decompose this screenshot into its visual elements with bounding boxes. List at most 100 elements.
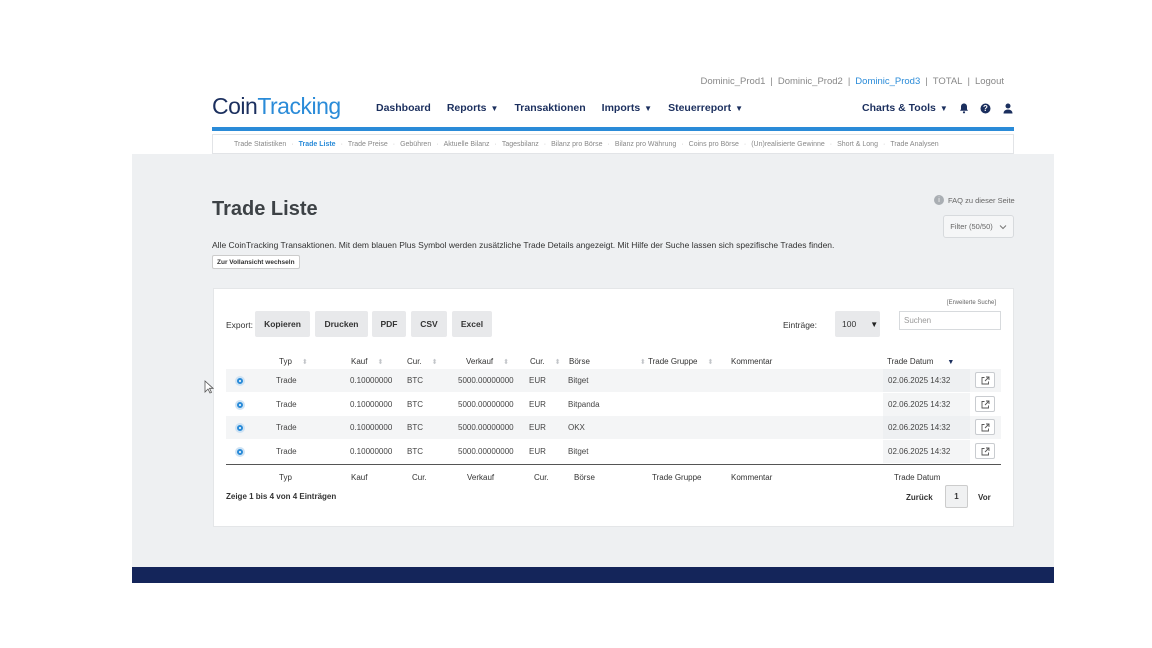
nav-charts-tools[interactable]: Charts & Tools ▼ — [862, 102, 948, 114]
subnav-item[interactable]: Bilanz pro Börse — [546, 141, 607, 148]
table-row: Trade 0.10000000 BTC 5000.00000000 EUR O… — [226, 416, 1001, 439]
faq-link[interactable]: i FAQ zu dieser Seite — [934, 195, 1015, 205]
footer-header-boerse: Börse — [574, 473, 595, 482]
col-header-cur1[interactable]: Cur. ⬍ — [407, 357, 438, 366]
col-header-kommentar[interactable]: Kommentar — [731, 357, 772, 366]
export-csv-button[interactable]: CSV — [411, 311, 447, 337]
faq-label: FAQ zu dieser Seite — [948, 195, 1015, 205]
cell-boerse: Bitget — [568, 447, 589, 456]
help-icon[interactable]: ? — [980, 102, 992, 114]
bell-icon[interactable] — [958, 102, 970, 114]
export-label: Export: — [226, 320, 253, 330]
filter-button[interactable]: Filter (50/50) — [943, 215, 1014, 238]
header-accent-bar — [212, 127, 1014, 131]
cell-cur1: BTC — [407, 447, 423, 456]
cell-typ: Trade — [276, 400, 297, 409]
cell-kauf: 0.10000000 — [350, 400, 393, 409]
footer-header-trade-datum: Trade Datum — [894, 473, 941, 482]
account-link-total[interactable]: TOTAL — [933, 76, 963, 87]
expand-plus-icon[interactable] — [235, 400, 245, 410]
svg-text:?: ? — [983, 104, 988, 113]
expand-plus-icon[interactable] — [235, 376, 245, 386]
cell-typ: Trade — [276, 447, 297, 456]
pagination-prev[interactable]: Zurück — [906, 493, 933, 502]
entries-label: Einträge: — [783, 320, 818, 330]
mouse-cursor-icon — [204, 380, 214, 394]
caret-down-icon: ▼ — [644, 104, 653, 113]
col-header-boerse[interactable]: Börse ⬍ — [569, 357, 646, 366]
account-link-prod1[interactable]: Dominic_Prod1 — [700, 76, 765, 87]
cell-boerse: OKX — [568, 423, 585, 432]
account-link-prod2[interactable]: Dominic_Prod2 — [778, 76, 843, 87]
expand-plus-icon[interactable] — [235, 423, 245, 433]
sub-nav: Trade Statistiken · Trade Liste · Trade Pr… — [212, 134, 1014, 154]
nav-imports[interactable]: Imports ▼ — [602, 102, 652, 114]
table-row: Trade 0.10000000 BTC 5000.00000000 EUR B… — [226, 393, 1001, 416]
nav-reports[interactable]: Reports ▼ — [447, 102, 499, 114]
col-header-verkauf[interactable]: Verkauf ⬍ — [466, 357, 509, 366]
subnav-item[interactable]: Trade Analysen — [885, 141, 943, 148]
cell-cur2: EUR — [529, 423, 546, 432]
sort-desc-icon: ▼ — [947, 359, 955, 366]
subnav-item[interactable]: Coins pro Börse — [684, 141, 744, 148]
table-footer-divider — [226, 464, 1001, 465]
chevron-down-icon — [999, 224, 1007, 229]
advanced-search-link[interactable]: [Erweiterte Suche] — [947, 300, 996, 306]
cell-verkauf: 5000.00000000 — [458, 447, 514, 456]
pagination-page-1[interactable]: 1 — [945, 485, 968, 508]
caret-down-icon: ▼ — [735, 104, 744, 113]
export-print-button[interactable]: Drucken — [315, 311, 368, 337]
subnav-item[interactable]: Bilanz pro Währung — [610, 141, 681, 148]
col-header-trade-gruppe[interactable]: Trade Gruppe ⬍ — [648, 357, 713, 366]
cell-boerse: Bitpanda — [568, 400, 600, 409]
pagination-next[interactable]: Vor — [978, 493, 991, 502]
footer-header-typ: Typ — [279, 473, 292, 482]
nav-dashboard[interactable]: Dashboard — [376, 102, 431, 114]
external-link-icon[interactable] — [975, 419, 995, 435]
caret-down-icon: ▼ — [870, 319, 879, 329]
account-link-prod3[interactable]: Dominic_Prod3 — [855, 76, 920, 87]
footer-header-trade-gruppe: Trade Gruppe — [652, 473, 702, 482]
cell-cur2: EUR — [529, 376, 546, 385]
external-link-icon[interactable] — [975, 443, 995, 459]
col-header-cur2[interactable]: Cur. ⬍ — [530, 357, 561, 366]
cell-cur1: BTC — [407, 376, 423, 385]
page-footer — [132, 567, 1054, 583]
search-input[interactable]: Suchen — [899, 311, 1001, 330]
main-nav: Dashboard Reports ▼ Transaktionen Imports… — [376, 102, 743, 114]
footer-header-cur2: Cur. — [534, 473, 549, 482]
subnav-item[interactable]: Trade Preise — [343, 141, 393, 148]
subnav-item-active[interactable]: Trade Liste — [294, 141, 341, 148]
full-view-button[interactable]: Zur Vollansicht wechseln — [212, 255, 300, 269]
footer-header-cur1: Cur. — [412, 473, 427, 482]
external-link-icon[interactable] — [975, 372, 995, 388]
entries-select[interactable]: 100 ▼ — [835, 311, 880, 337]
subnav-item[interactable]: Gebühren — [395, 141, 436, 148]
export-copy-button[interactable]: Kopieren — [255, 311, 310, 337]
subnav-item[interactable]: Short & Long — [832, 141, 883, 148]
nav-steuerreport[interactable]: Steuerreport ▼ — [668, 102, 743, 114]
nav-transaktionen[interactable]: Transaktionen — [514, 102, 585, 114]
page-description: Alle CoinTracking Transaktionen. Mit dem… — [212, 240, 835, 250]
logout-link[interactable]: Logout — [975, 76, 1004, 87]
subnav-item[interactable]: (Un)realisierte Gewinne — [746, 141, 830, 148]
cointracking-logo[interactable]: CoinTracking — [212, 93, 341, 120]
caret-down-icon: ▼ — [490, 104, 499, 113]
cell-kauf: 0.10000000 — [350, 423, 393, 432]
export-pdf-button[interactable]: PDF — [372, 311, 406, 337]
right-nav: Charts & Tools ▼ ? — [862, 102, 1014, 114]
subnav-item[interactable]: Trade Statistiken — [229, 141, 291, 148]
cell-kauf: 0.10000000 — [350, 376, 393, 385]
cell-typ: Trade — [276, 376, 297, 385]
cell-kauf: 0.10000000 — [350, 447, 393, 456]
col-header-kauf[interactable]: Kauf ⬍ — [351, 357, 383, 366]
user-icon[interactable] — [1002, 102, 1014, 114]
subnav-item[interactable]: Tagesbilanz — [497, 141, 544, 148]
expand-plus-icon[interactable] — [235, 447, 245, 457]
col-header-typ[interactable]: Typ ⬍ — [279, 357, 308, 366]
cell-typ: Trade — [276, 423, 297, 432]
external-link-icon[interactable] — [975, 396, 995, 412]
export-excel-button[interactable]: Excel — [452, 311, 492, 337]
col-header-trade-datum[interactable]: Trade Datum ▼ — [887, 357, 954, 366]
subnav-item[interactable]: Aktuelle Bilanz — [439, 141, 495, 148]
